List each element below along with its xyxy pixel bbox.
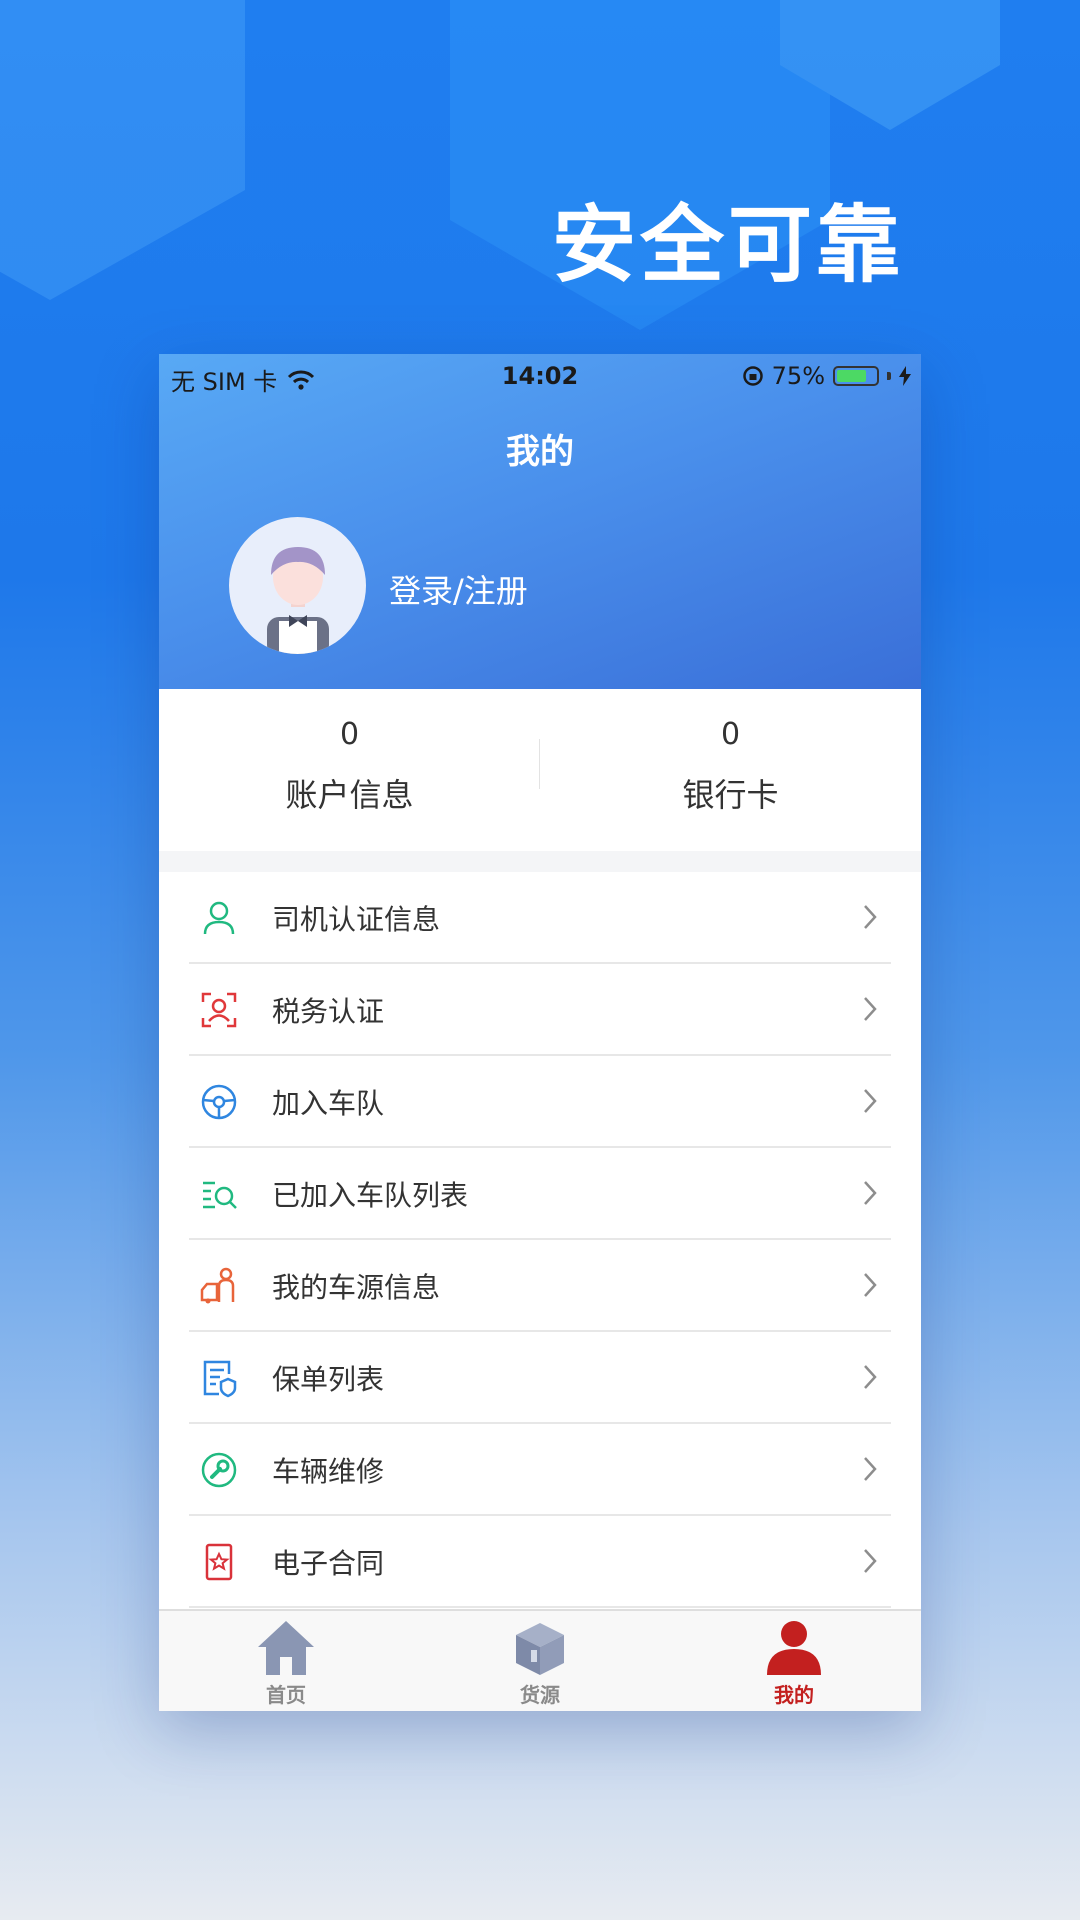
tab-label: 首页 [266, 1683, 306, 1707]
home-icon [258, 1621, 314, 1675]
login-register-link[interactable]: 登录/注册 [389, 566, 528, 612]
menu-item-driver-certification[interactable]: 司机认证信息 [189, 872, 891, 964]
rotation-lock-icon [742, 366, 763, 386]
wrench-icon [201, 1452, 237, 1488]
profile-header: 无 SIM 卡 14:02 75% 我的 登录/注册 [159, 354, 921, 689]
tab-cargo-source[interactable]: 货源 [413, 1619, 667, 1708]
face-scan-icon [201, 992, 237, 1028]
bank-card-stat[interactable]: 0 银行卡 [540, 717, 921, 816]
bank-card-label: 银行卡 [682, 776, 779, 814]
user-icon [767, 1621, 821, 1675]
battery-level-fill [837, 370, 866, 382]
battery-tip [887, 372, 891, 380]
menu-item-label: 司机认证信息 [272, 903, 441, 936]
list-search-icon [203, 1181, 237, 1209]
chevron-right-icon [864, 1273, 877, 1297]
menu-item-label: 加入车队 [272, 1087, 385, 1120]
promo-headline: 安全可靠 [551, 196, 904, 294]
avatar[interactable] [229, 517, 366, 654]
driver-car-icon [200, 1267, 235, 1304]
chevron-right-icon [864, 997, 877, 1021]
menu-item-my-vehicle-info[interactable]: 我的车源信息 [189, 1240, 891, 1332]
menu-item-label: 税务认证 [272, 995, 385, 1028]
account-info-stat[interactable]: 0 账户信息 [159, 717, 540, 816]
contract-star-icon [205, 1543, 233, 1581]
menu-item-label: 保单列表 [272, 1363, 385, 1396]
tab-home[interactable]: 首页 [159, 1619, 413, 1708]
battery-icon [833, 366, 879, 386]
account-info-count: 0 [339, 717, 360, 752]
steering-wheel-icon [201, 1084, 237, 1120]
tab-label: 货源 [520, 1683, 560, 1707]
account-info-label: 账户信息 [285, 776, 414, 814]
account-stats: 0 账户信息 0 银行卡 [159, 689, 921, 851]
bank-card-count: 0 [720, 717, 741, 752]
status-bar: 无 SIM 卡 14:02 75% [159, 354, 921, 398]
person-icon [203, 901, 235, 935]
menu-item-joined-fleet-list[interactable]: 已加入车队列表 [189, 1148, 891, 1240]
bottom-tab-bar: 首页 货源 我的 [159, 1609, 921, 1711]
charging-bolt-icon [899, 366, 911, 386]
phone-screen: 无 SIM 卡 14:02 75% 我的 登录/注册 0 账户信息 0 银行卡 … [159, 354, 921, 1711]
menu-item-label: 已加入车队列表 [272, 1179, 469, 1212]
tab-label: 我的 [774, 1683, 814, 1707]
chevron-right-icon [864, 1549, 877, 1573]
box-icon [516, 1623, 564, 1675]
menu-item-policy-list[interactable]: 保单列表 [189, 1332, 891, 1424]
menu-item-label: 我的车源信息 [272, 1271, 441, 1304]
policy-shield-icon [203, 1360, 237, 1398]
chevron-right-icon [864, 1365, 877, 1389]
menu-item-tax-certification[interactable]: 税务认证 [189, 964, 891, 1056]
chevron-right-icon [864, 1457, 877, 1481]
menu-item-join-fleet[interactable]: 加入车队 [189, 1056, 891, 1148]
chevron-right-icon [864, 1089, 877, 1113]
tab-mine[interactable]: 我的 [667, 1619, 921, 1708]
menu-item-label: 车辆维修 [272, 1455, 385, 1488]
menu-list: 司机认证信息 税务认证 加入车队 已加入车队列表 我的车源信息 保单列表 车辆维… [159, 872, 921, 1612]
battery-percent: 75% [771, 362, 825, 390]
chevron-right-icon [864, 905, 877, 929]
chevron-right-icon [864, 1181, 877, 1205]
default-avatar-icon [267, 547, 329, 654]
menu-item-label: 电子合同 [272, 1547, 385, 1580]
page-title: 我的 [506, 432, 574, 472]
menu-item-vehicle-repair[interactable]: 车辆维修 [189, 1424, 891, 1516]
menu-item-e-contract[interactable]: 电子合同 [189, 1516, 891, 1608]
